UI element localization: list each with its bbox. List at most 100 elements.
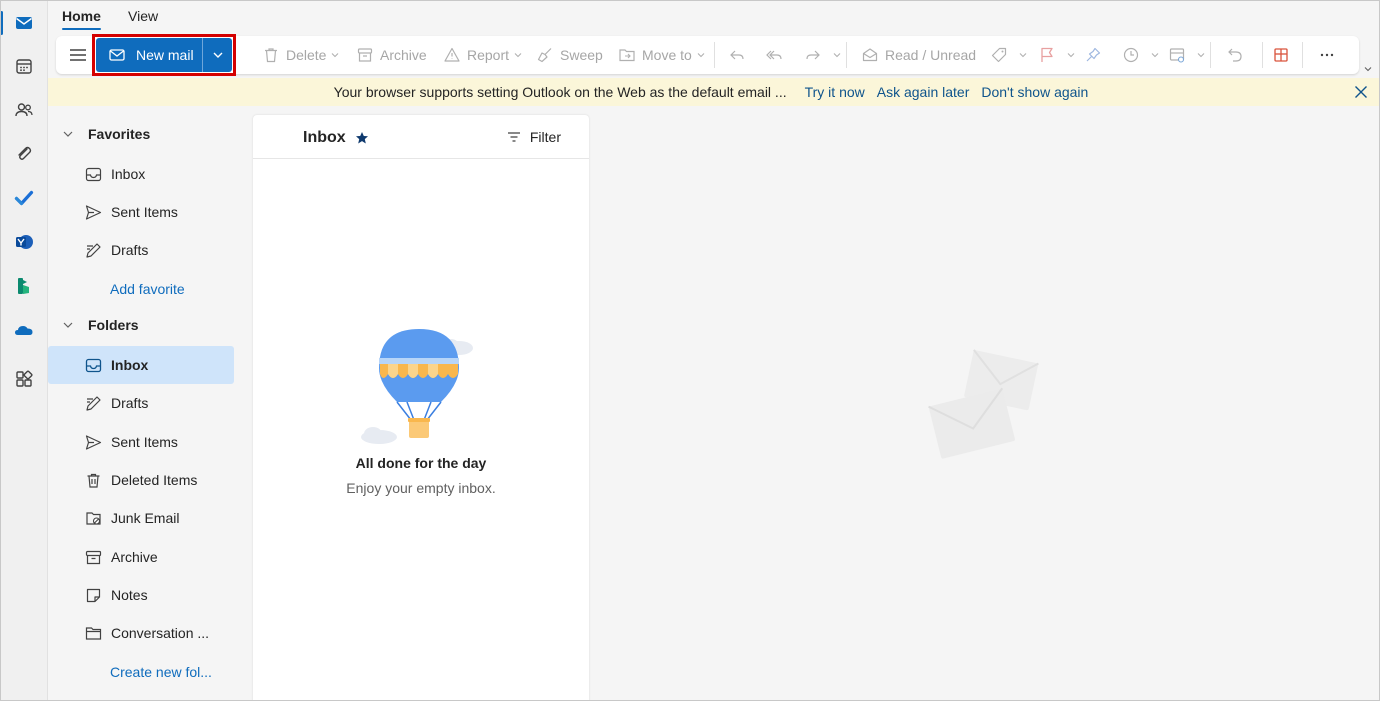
more-apps-button[interactable] xyxy=(0,359,48,399)
envelope-open-icon xyxy=(862,48,878,62)
sweep-button[interactable]: Sweep xyxy=(536,36,603,74)
ask-again-later-link[interactable]: Ask again later xyxy=(877,84,970,100)
mail-icon xyxy=(16,17,32,29)
warning-icon xyxy=(444,47,460,62)
folder-notes[interactable]: Notes xyxy=(48,576,234,614)
snooze-button[interactable] xyxy=(1122,36,1160,74)
menu-icon[interactable] xyxy=(68,45,88,65)
report-button[interactable]: Report xyxy=(443,36,523,74)
close-icon[interactable] xyxy=(1354,85,1368,99)
undo-icon xyxy=(1228,48,1242,62)
rules-button[interactable] xyxy=(1168,36,1206,74)
junk-icon xyxy=(86,511,101,525)
undo-button[interactable] xyxy=(1226,36,1250,74)
read-unread-button[interactable]: Read / Unread xyxy=(861,36,976,74)
move-to-label: Move to xyxy=(642,47,692,63)
banner-message: Your browser supports setting Outlook on… xyxy=(333,84,787,100)
broom-icon xyxy=(537,48,552,63)
folder-archive[interactable]: Archive xyxy=(48,538,234,576)
envelopes-illustration xyxy=(928,349,1039,459)
mail-app-button[interactable] xyxy=(0,3,48,43)
folder-sent-items-label: Sent Items xyxy=(111,434,178,450)
pin-icon xyxy=(1086,47,1101,62)
favorites-header[interactable]: Favorites xyxy=(48,118,244,150)
folder-icon xyxy=(85,626,102,640)
reply-all-icon xyxy=(766,50,782,60)
chevron-down-icon xyxy=(332,53,339,58)
flag-button[interactable] xyxy=(1038,36,1076,74)
folder-sent-items[interactable]: Sent Items xyxy=(48,423,234,461)
chevron-down-icon xyxy=(514,53,522,58)
dont-show-again-link[interactable]: Don't show again xyxy=(981,84,1088,100)
new-mail-dropdown-button[interactable] xyxy=(202,38,232,72)
filter-button[interactable]: Filter xyxy=(506,129,561,145)
star-icon[interactable] xyxy=(355,131,369,145)
report-label: Report xyxy=(467,47,510,63)
add-favorite-link[interactable]: Add favorite xyxy=(110,281,185,297)
message-list-title: Inbox xyxy=(303,129,346,146)
folder-notes-label: Notes xyxy=(111,587,148,603)
empty-inbox-title: All done for the day xyxy=(355,455,487,471)
folder-junk-email[interactable]: Junk Email xyxy=(48,499,234,537)
reply-all-button[interactable] xyxy=(766,36,790,74)
ribbon-separator xyxy=(846,42,847,68)
reply-button[interactable] xyxy=(728,36,752,74)
favorite-drafts[interactable]: Drafts xyxy=(48,231,234,269)
favorite-sent-items[interactable]: Sent Items xyxy=(48,193,234,231)
more-options-button[interactable] xyxy=(1318,36,1342,74)
create-new-folder-link[interactable]: Create new fol... xyxy=(110,664,212,680)
chevron-down-icon[interactable] xyxy=(1363,64,1373,74)
folder-deleted-items[interactable]: Deleted Items xyxy=(48,461,234,499)
try-it-now-link[interactable]: Try it now xyxy=(805,84,865,100)
note-icon xyxy=(86,588,101,602)
add-ins-button[interactable] xyxy=(1272,36,1296,74)
ribbon-separator xyxy=(1302,42,1303,68)
bookings-icon xyxy=(18,278,29,294)
chevron-down-icon xyxy=(833,53,841,58)
send-icon xyxy=(85,434,102,450)
move-to-button[interactable]: Move to xyxy=(618,36,706,74)
bookings-app-button[interactable] xyxy=(0,266,48,306)
delete-button[interactable]: Delete xyxy=(262,36,340,74)
folder-deleted-items-label: Deleted Items xyxy=(111,472,198,488)
filter-label: Filter xyxy=(529,129,561,145)
forward-button[interactable] xyxy=(804,36,842,74)
new-mail-button[interactable]: New mail xyxy=(96,38,202,72)
pin-button[interactable] xyxy=(1084,36,1108,74)
chevron-down-icon xyxy=(63,131,73,137)
default-mail-banner: Your browser supports setting Outlook on… xyxy=(48,78,1380,106)
folder-inbox-label: Inbox xyxy=(111,357,149,373)
tag-icon xyxy=(991,47,1007,63)
folders-header[interactable]: Folders xyxy=(48,309,244,341)
folder-move-icon xyxy=(619,49,635,62)
favorite-drafts-label: Drafts xyxy=(111,242,149,258)
favorite-inbox[interactable]: Inbox xyxy=(48,155,234,193)
folder-pane: Favorites Inbox Sent Items Drafts Add fa… xyxy=(48,110,244,701)
chevron-down-icon xyxy=(697,53,705,58)
drafts-icon xyxy=(86,395,101,411)
categorize-button[interactable] xyxy=(990,36,1028,74)
files-app-button[interactable] xyxy=(0,134,48,174)
chevron-down-icon xyxy=(1151,53,1159,58)
chevron-down-icon xyxy=(1067,53,1075,58)
yammer-app-button[interactable] xyxy=(0,222,48,262)
chevron-down-icon xyxy=(1197,53,1205,58)
calendar-app-button[interactable] xyxy=(0,46,48,86)
tab-view[interactable]: View xyxy=(128,8,158,24)
mail-icon xyxy=(109,49,125,61)
tab-home[interactable]: Home xyxy=(62,8,101,30)
more-apps-icon xyxy=(16,370,33,387)
trash-icon xyxy=(87,473,100,488)
onedrive-app-button[interactable] xyxy=(0,310,48,350)
forward-icon xyxy=(806,50,820,60)
folder-drafts[interactable]: Drafts xyxy=(48,384,234,422)
archive-label: Archive xyxy=(380,47,427,63)
todo-app-button[interactable] xyxy=(0,178,48,218)
archive-button[interactable]: Archive xyxy=(356,36,427,74)
yammer-icon xyxy=(16,235,33,249)
folder-conversation-label: Conversation ... xyxy=(111,625,210,641)
onedrive-icon xyxy=(15,326,33,335)
people-app-button[interactable] xyxy=(0,90,48,130)
folder-conversation-history[interactable]: Conversation ... xyxy=(48,614,234,652)
folder-inbox[interactable]: Inbox xyxy=(48,346,234,384)
